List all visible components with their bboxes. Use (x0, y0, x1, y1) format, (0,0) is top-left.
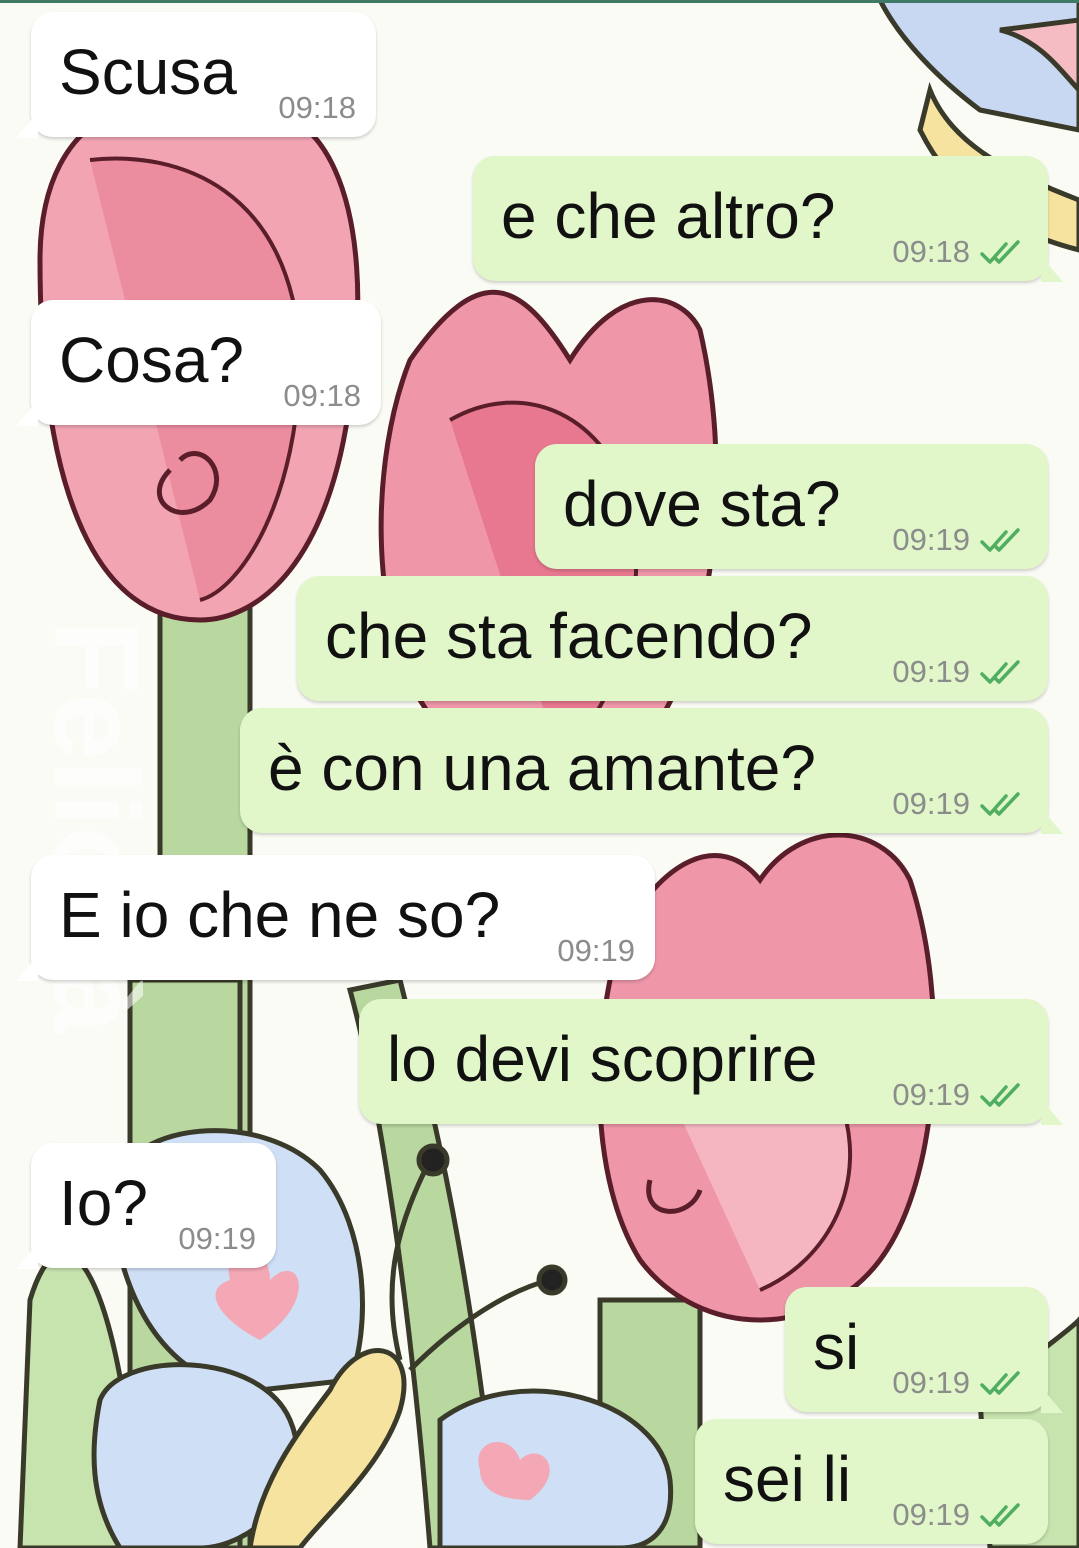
message-text: Scusa (59, 36, 237, 108)
message-timestamp: 09:19 (892, 1077, 970, 1112)
message-text: lo devi scoprire (387, 1023, 818, 1095)
message-text: che sta facendo? (325, 600, 813, 672)
message-timestamp: 09:19 (892, 522, 970, 557)
message-timestamp: 09:19 (892, 654, 970, 689)
message-text: si (813, 1311, 860, 1383)
bubble-tail (1041, 1387, 1063, 1413)
message-text: e che altro? (501, 180, 836, 252)
message-text: Cosa? (59, 324, 244, 396)
message-outgoing[interactable]: si 09:19 (785, 1287, 1063, 1413)
double-check-icon (980, 1503, 1020, 1527)
message-timestamp: 09:18 (283, 378, 361, 413)
message-incoming[interactable]: Cosa? 09:18 (16, 300, 381, 426)
message-text: sei li (723, 1443, 852, 1515)
message-outgoing[interactable]: dove sta? 09:19 (535, 444, 1048, 569)
message-incoming[interactable]: E io che ne so? 09:19 (16, 855, 655, 981)
message-timestamp: 09:19 (892, 1365, 970, 1400)
message-text: dove sta? (563, 468, 841, 540)
chat-window[interactable]: Felicità Scusa 09:18 e che altro? 09:18 … (0, 0, 1079, 1548)
double-check-icon (980, 792, 1020, 816)
message-timestamp: 09:18 (278, 90, 356, 125)
message-outgoing[interactable]: sei li 09:19 (695, 1419, 1048, 1544)
message-timestamp: 09:19 (892, 1497, 970, 1532)
double-check-icon (980, 660, 1020, 684)
message-timestamp: 09:18 (892, 234, 970, 269)
message-outgoing[interactable]: che sta facendo? 09:19 (297, 576, 1048, 701)
message-timestamp: 09:19 (892, 786, 970, 821)
bubble-tail (1041, 808, 1063, 834)
message-text: E io che ne so? (59, 879, 501, 951)
bubble-tail (16, 1243, 38, 1269)
bubble-tail (16, 400, 38, 426)
message-text: Io? (59, 1167, 148, 1239)
double-check-icon (980, 1083, 1020, 1107)
bubble-tail (16, 112, 38, 138)
bubble-tail (1041, 1099, 1063, 1125)
message-incoming[interactable]: Io? 09:19 (16, 1143, 276, 1269)
message-outgoing[interactable]: è con una amante? 09:19 (240, 708, 1063, 834)
double-check-icon (980, 1371, 1020, 1395)
message-text: è con una amante? (268, 732, 816, 804)
message-timestamp: 09:19 (557, 933, 635, 968)
message-outgoing[interactable]: lo devi scoprire 09:19 (359, 999, 1063, 1125)
message-incoming[interactable]: Scusa 09:18 (16, 12, 376, 138)
bubble-tail (1041, 256, 1063, 282)
double-check-icon (980, 240, 1020, 264)
bubble-tail (16, 955, 38, 981)
double-check-icon (980, 528, 1020, 552)
message-outgoing[interactable]: e che altro? 09:18 (473, 156, 1063, 282)
message-timestamp: 09:19 (178, 1221, 256, 1256)
